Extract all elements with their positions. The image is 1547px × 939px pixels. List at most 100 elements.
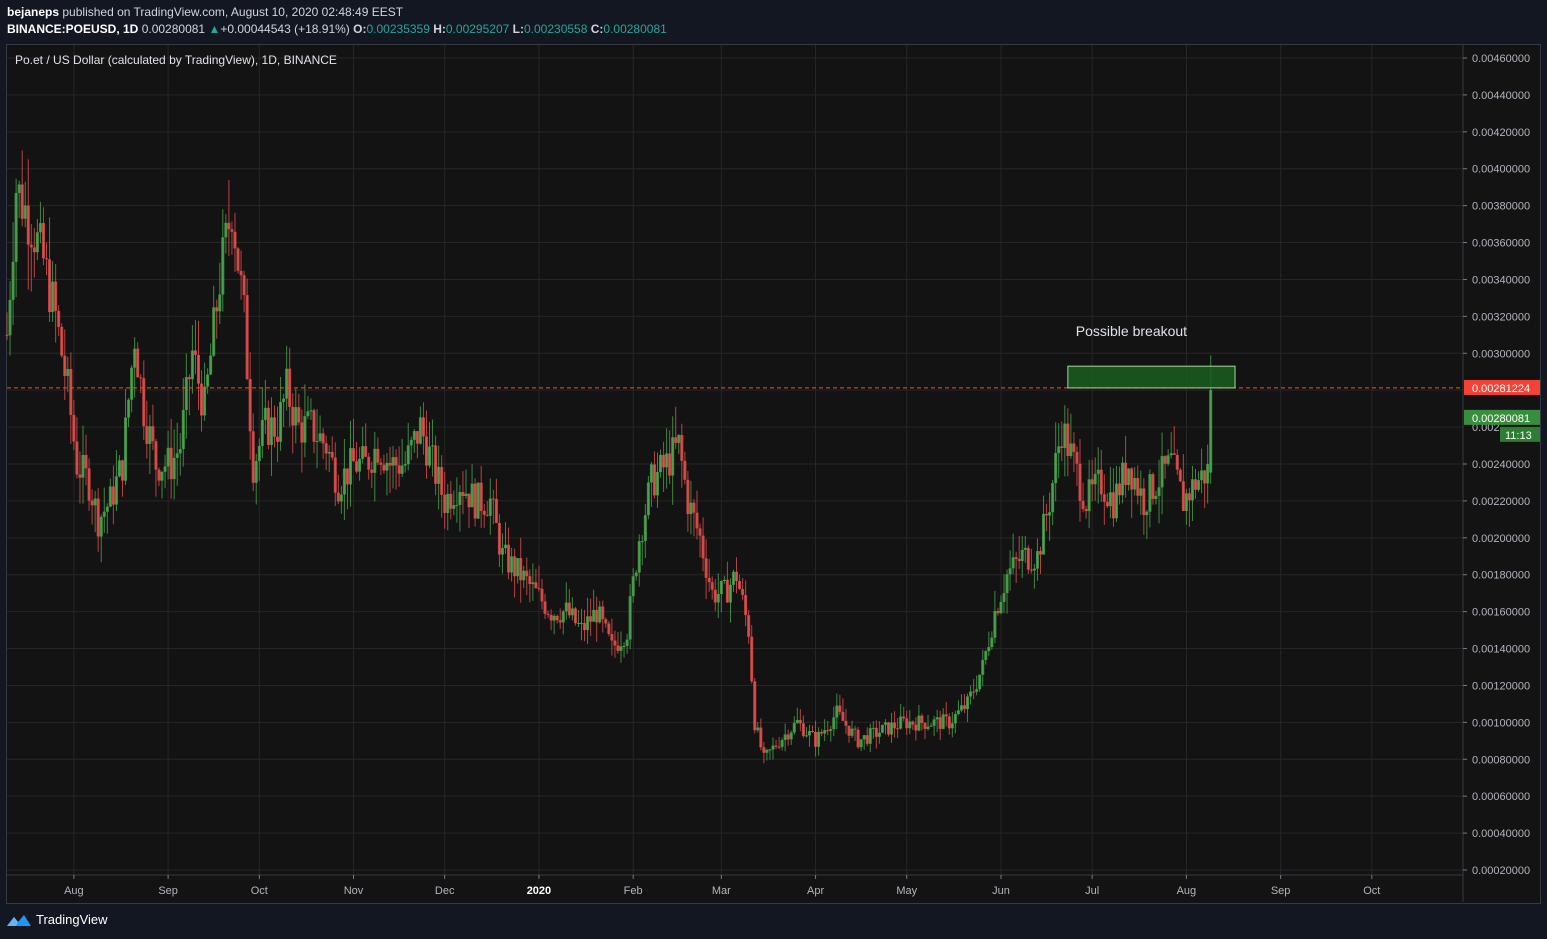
candle-body (239, 270, 243, 276)
candle-body (704, 558, 708, 578)
candle-body (1069, 443, 1073, 457)
price-tick-label: 0.00120000 (1472, 680, 1530, 692)
candle-body (850, 728, 854, 736)
candle-body (902, 716, 906, 719)
candle-body (528, 576, 532, 585)
candle-body (394, 457, 398, 466)
candle-body (32, 247, 36, 253)
candle-body (260, 419, 264, 446)
candle-body (388, 462, 392, 466)
candle-body (1197, 480, 1201, 490)
candle-body (154, 441, 158, 470)
candle-body (710, 582, 714, 590)
candle-body (698, 528, 702, 536)
candle-body (142, 378, 146, 427)
candle-body (1108, 492, 1112, 507)
candle-body (613, 640, 617, 646)
candle-body (573, 608, 577, 624)
candle-body (1136, 478, 1140, 496)
candle-body (929, 725, 933, 727)
candle-body (862, 735, 866, 740)
candle-body (449, 493, 453, 509)
grid-lines (7, 45, 1463, 875)
time-tick-label: Jun (992, 885, 1010, 897)
price-tick-label: 0.00020000 (1472, 865, 1530, 877)
candle-body (975, 689, 979, 692)
price-chart[interactable]: Possible breakout 0.004600000.004400000.… (0, 0, 1547, 939)
candle-body (127, 399, 131, 418)
candle-body (950, 723, 954, 729)
candle-body (1175, 454, 1179, 470)
candle-body (956, 710, 960, 714)
breakout-box[interactable] (1067, 365, 1236, 389)
candle-body (190, 350, 194, 380)
candle-body (990, 637, 994, 648)
candle-body (552, 615, 556, 621)
candle-body (966, 696, 970, 710)
candle-body (1051, 483, 1055, 513)
candle-body (631, 576, 635, 597)
candle-body (838, 705, 842, 712)
candle-body (87, 468, 91, 501)
price-tick-label: 0.00140000 (1472, 644, 1530, 656)
candle-body (829, 729, 833, 731)
candle-body (257, 445, 261, 462)
candle-body (497, 522, 501, 555)
candle-body (601, 606, 605, 620)
candle-body (801, 723, 805, 737)
candle-body (212, 307, 216, 356)
candle-body (522, 570, 526, 581)
candle-body (981, 659, 985, 675)
candle-body (1111, 492, 1115, 519)
candle-body (853, 728, 857, 730)
candle-body (114, 476, 118, 505)
candle-body (1032, 568, 1036, 571)
candle-body (683, 460, 687, 480)
candle-body (412, 431, 416, 440)
candle-body (464, 493, 468, 496)
candle-body (607, 623, 611, 634)
candle-body (780, 740, 784, 747)
candle-body (230, 229, 234, 232)
price-axis[interactable]: 0.00460000 0.00440000 0.00420000 0.00400000… (1462, 45, 1540, 902)
candle-body (883, 722, 887, 725)
candle-body (859, 739, 863, 748)
candle-body (595, 609, 599, 623)
candle-body (1203, 470, 1207, 484)
time-tick-label: 2020 (527, 885, 551, 897)
candle-body (60, 326, 64, 356)
candle-body (798, 719, 802, 724)
candle-body (814, 731, 818, 747)
candle-body (391, 457, 395, 466)
candle-body (646, 482, 650, 516)
candle-body (1099, 469, 1103, 495)
candle-body (747, 615, 751, 637)
breakout-annotation[interactable]: Possible breakout (1076, 323, 1187, 339)
candle-body (233, 231, 237, 249)
candle-body (1008, 568, 1012, 575)
time-axis[interactable]: Aug Sep Oct Nov Dec 2020 Feb Mar Apr May Jun Jul Aug… (7, 874, 1463, 897)
candle-body (324, 443, 328, 454)
candle-body (14, 192, 18, 262)
time-tick-label: Aug (1177, 885, 1197, 897)
candle-body (1048, 512, 1052, 516)
candle-body (1114, 483, 1118, 519)
candle-body (397, 465, 401, 474)
candle-body (376, 448, 380, 463)
candle-body (215, 307, 219, 312)
candle-body (48, 259, 52, 313)
candle-body (880, 724, 884, 733)
candle-body (327, 451, 331, 454)
candle-body (561, 611, 565, 623)
price-tick-label: 0.00380000 (1472, 201, 1530, 213)
candle-body (972, 691, 976, 693)
candle-body (628, 596, 632, 640)
candle-body (899, 716, 903, 729)
candle-body (735, 571, 739, 582)
candle-body (361, 446, 365, 459)
candle-body (649, 464, 653, 483)
candle-body (1172, 453, 1176, 455)
candle-body (1020, 549, 1024, 561)
candle-body (1154, 495, 1158, 499)
tradingview-brand[interactable]: TradingView (6, 912, 108, 927)
